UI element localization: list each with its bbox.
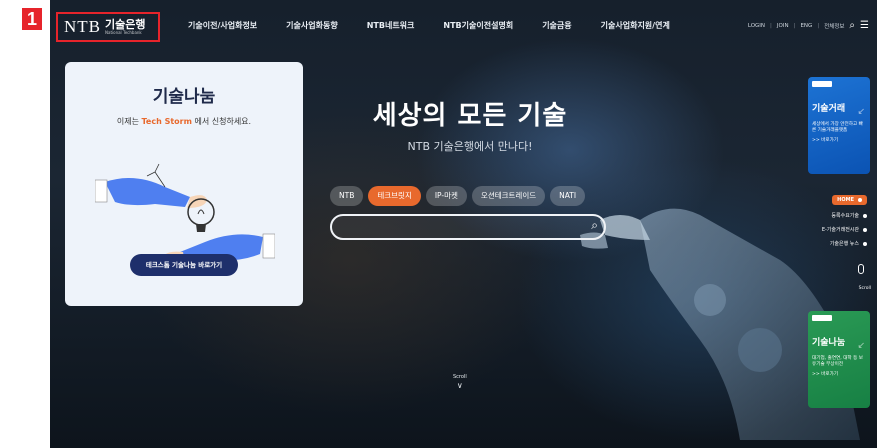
- tech-sharing-banner[interactable]: ↙ 기술나눔 대기업, 출연연, 대학 등 보유기술 무상이전 >> 바로가기: [808, 311, 870, 408]
- card-sub-prefix: 이제는: [116, 117, 142, 126]
- quick-registered-tech[interactable]: 등록수요기술: [831, 212, 867, 219]
- tab-nati[interactable]: NATI: [550, 186, 586, 206]
- dot-icon: [863, 241, 867, 246]
- search-icon[interactable]: ⌕: [591, 218, 598, 233]
- dot-icon: [858, 198, 862, 202]
- banner-logo: [812, 315, 832, 321]
- menu-item-trends[interactable]: 기술사업화동향: [286, 20, 338, 31]
- search-icon[interactable]: ⌕: [849, 20, 855, 31]
- utility-links: LOGIN | JOIN | ENG | 전체정보 ⌕ ☰: [748, 20, 869, 31]
- logo-subtext: National Techbank: [105, 30, 142, 35]
- card-sub-highlight: Tech Storm: [141, 117, 192, 126]
- quick-menu: HOME 등록수요기술 E-기술거래전시관 기술은행 뉴스: [822, 195, 867, 247]
- tech-trade-banner[interactable]: ↙ 기술거래 세상에서 가장 안전하고 빠른 기술거래플랫폼 >> 바로가기: [808, 77, 870, 174]
- join-link[interactable]: JOIN: [777, 23, 789, 29]
- main-menu: 기술이전/사업화정보 기술사업화동향 NTB네트워크 NTB기술이전설명회 기술…: [188, 20, 670, 31]
- logo-korean: 기술은행 National Techbank: [105, 19, 145, 35]
- card-title: 기술나눔: [152, 87, 216, 107]
- menu-item-finance[interactable]: 기술금융: [542, 20, 571, 31]
- separator: |: [793, 22, 796, 29]
- quick-news-label: 기술은행 뉴스: [829, 241, 859, 247]
- banner-top-link[interactable]: >> 바로가기: [812, 137, 866, 143]
- arrow-icon: ↙: [857, 107, 865, 117]
- mouse-icon: [858, 264, 864, 274]
- tab-ocean-tech-trade[interactable]: 오션테크트레이드: [471, 186, 546, 206]
- menu-item-tech-transfer[interactable]: 기술이전/사업화정보: [188, 20, 257, 31]
- tab-techbridge[interactable]: 테크브릿지: [368, 186, 421, 206]
- eng-link[interactable]: ENG: [800, 23, 812, 29]
- logo-ntb-text: NTB: [64, 17, 101, 36]
- logo-korean-text: 기술은행: [105, 18, 146, 31]
- dot-icon: [863, 213, 867, 218]
- ntb-logo[interactable]: NTB 기술은행 National Techbank: [56, 12, 160, 42]
- login-link[interactable]: LOGIN: [748, 23, 765, 29]
- menu-item-briefing[interactable]: NTB기술이전설명회: [443, 20, 513, 31]
- hero-subtitle: NTB 기술은행에서 만나다!: [407, 140, 533, 153]
- tech-storm-button[interactable]: 테크스톰 기술나눔 바로가기: [130, 254, 238, 276]
- dot-icon: [863, 227, 867, 232]
- hero-title: 세상의 모든 기술: [372, 101, 568, 131]
- arrow-icon: ↙: [857, 341, 865, 351]
- quick-e-exhibition[interactable]: E-기술거래전시관: [822, 226, 867, 233]
- banner-bot-desc: 대기업, 출연연, 대학 등 보유기술 무상이전: [812, 356, 864, 367]
- menu-item-network[interactable]: NTB네트워크: [367, 20, 415, 31]
- scroll-label: Scroll: [453, 374, 467, 380]
- quick-home[interactable]: HOME: [832, 195, 867, 205]
- browser-viewport: NTB 기술은행 National Techbank 기술이전/사업화정보 기술…: [50, 0, 877, 448]
- platform-tabs: NTB 테크브릿지 IP-마켓 오션테크트레이드 NATI: [330, 186, 586, 206]
- banner-top-desc: 세상에서 가장 안전하고 빠른 기술거래플랫폼: [812, 122, 863, 133]
- tab-ip-market[interactable]: IP-마켓: [425, 186, 467, 206]
- hamburger-menu-icon[interactable]: ☰: [860, 20, 869, 31]
- scroll-indicator[interactable]: Scroll ∨: [453, 374, 467, 390]
- card-subtitle: 이제는 Tech Storm 에서 신청하세요.: [65, 116, 303, 127]
- banner-logo: [812, 81, 832, 87]
- separator: |: [817, 22, 820, 29]
- all-info-link[interactable]: 전체정보: [824, 22, 844, 30]
- scroll-right-label[interactable]: Scroll: [859, 286, 871, 291]
- card-sub-suffix: 에서 신청하세요.: [191, 117, 252, 126]
- search-input[interactable]: ⌕: [330, 214, 606, 240]
- quick-news[interactable]: 기술은행 뉴스: [830, 240, 867, 247]
- top-navigation: NTB 기술은행 National Techbank 기술이전/사업화정보 기술…: [50, 12, 877, 42]
- banner-bot-link[interactable]: >> 바로가기: [812, 371, 866, 377]
- quick-registered-label: 등록수요기술: [831, 213, 859, 219]
- tech-sharing-card: 기술나눔 이제는 Tech Storm 에서 신청하세요. 테크스톰 기술나눔 …: [65, 62, 303, 306]
- menu-item-support[interactable]: 기술사업화지원/연계: [601, 20, 670, 31]
- quick-home-label: HOME: [837, 197, 854, 203]
- tab-ntb[interactable]: NTB: [330, 186, 364, 206]
- quick-exhibition-label: E-기술거래전시관: [821, 227, 859, 233]
- chevron-down-icon: ∨: [456, 381, 463, 390]
- separator: |: [770, 22, 772, 29]
- annotation-badge: 1: [22, 8, 42, 30]
